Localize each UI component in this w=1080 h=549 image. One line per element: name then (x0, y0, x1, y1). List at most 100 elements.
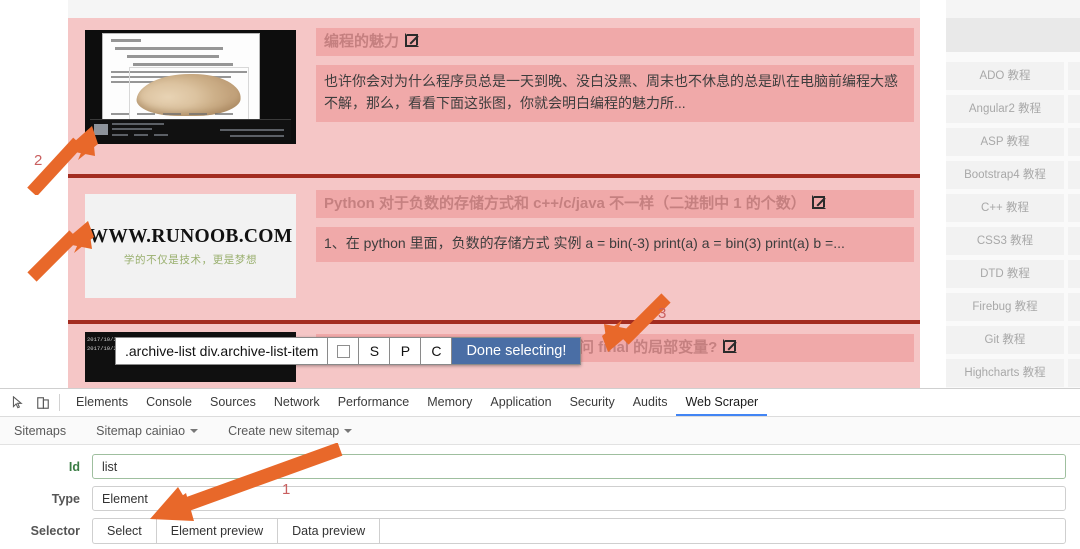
tab-network[interactable]: Network (265, 389, 329, 416)
annotation-number-1: 1 (282, 481, 291, 498)
annotation-number-3: 3 (658, 305, 667, 322)
tutorial-link[interactable]: C (1068, 194, 1080, 222)
label-type: Type (51, 491, 80, 506)
list-item-thumbnail[interactable]: WWW.RUNOOB.COM 学的不仅是技术，更是梦想 (85, 194, 296, 298)
screenshot-root: 编程的魅力 也许你会对为什么程序员总是一天到晚、没白没黑、周末也不休息的总是趴在… (0, 0, 1080, 549)
tutorial-link[interactable]: A (1068, 95, 1080, 123)
list-item[interactable]: WWW.RUNOOB.COM 学的不仅是技术，更是梦想 Python 对于负数的… (68, 178, 920, 324)
tutorial-link[interactable]: J (1068, 128, 1080, 156)
selector-path-text: .archive-list div.archive-list-item (116, 338, 328, 364)
tutorial-row: DTD 教程 (946, 260, 1080, 288)
thumbnail-document (102, 33, 260, 122)
selector-multiple-checkbox[interactable] (327, 338, 359, 364)
tutorial-link[interactable]: Highcharts 教程 (946, 359, 1064, 387)
tab-sources[interactable]: Sources (201, 389, 265, 416)
tutorial-row: ASP 教程 J (946, 128, 1080, 156)
tutorial-row: Angular2 教程 A (946, 95, 1080, 123)
list-item-description-box: 1、在 python 里面，负数的存储方式 实例 a = bin(-3) pri… (316, 227, 914, 262)
selector-button-group: Select Element preview Data preview (92, 518, 1066, 544)
toolbar-divider (59, 394, 60, 411)
runoob-logo-text: WWW.RUNOOB.COM (88, 225, 293, 247)
selector-button-c[interactable]: C (420, 338, 452, 364)
thumbnail-footer-bar (90, 119, 291, 140)
tutorial-link[interactable]: Bootstrap4 教程 (946, 161, 1064, 189)
subbar-item-sitemap-cainiao[interactable]: Sitemap cainiao (96, 424, 199, 438)
web-page-area: 编程的魅力 也许你会对为什么程序员总是一天到晚、没白没黑、周末也不休息的总是趴在… (0, 0, 1080, 388)
tutorial-grid: ADO 教程 Angular2 教程 A ASP 教程 J Bootstrap4… (946, 62, 1080, 388)
type-select[interactable]: Element (92, 486, 1066, 511)
tutorial-row: C++ 教程 C (946, 194, 1080, 222)
devtools-tabbar: Elements Console Sources Network Perform… (0, 389, 1080, 417)
tutorial-link[interactable] (1068, 161, 1080, 189)
id-input[interactable]: list (92, 454, 1066, 479)
tutorial-link[interactable] (1068, 227, 1080, 255)
tab-elements[interactable]: Elements (67, 389, 137, 416)
tutorial-link[interactable]: ASP 教程 (946, 128, 1064, 156)
form-row-type: Type Element (0, 486, 1080, 511)
tutorial-link[interactable]: Git 教程 (946, 326, 1064, 354)
tutorial-link[interactable] (1068, 62, 1080, 90)
tab-memory[interactable]: Memory (418, 389, 481, 416)
sidebar-header-block (946, 18, 1080, 52)
external-link-icon (723, 339, 738, 353)
tutorial-link[interactable]: DTD 教程 (946, 260, 1064, 288)
list-item-body: Python 对于负数的存储方式和 c++/c/java 不一样（二进制中 1 … (316, 188, 920, 262)
tab-application[interactable]: Application (481, 389, 560, 416)
list-item-title-link[interactable]: Python 对于负数的存储方式和 c++/c/java 不一样（二进制中 1 … (316, 190, 914, 219)
subbar-label: Create new sitemap (228, 423, 340, 438)
selector-edit-form: Id list Type Element Selector Select Ele… (0, 445, 1080, 544)
tab-performance[interactable]: Performance (329, 389, 419, 416)
select-button[interactable]: Select (92, 518, 156, 544)
tutorial-row: Highcharts 教程 H (946, 359, 1080, 387)
element-preview-button[interactable]: Element preview (155, 518, 278, 544)
subbar-item-sitemaps[interactable]: Sitemaps (14, 424, 66, 438)
tab-security[interactable]: Security (561, 389, 624, 416)
tutorial-link[interactable]: ADO 教程 (946, 62, 1064, 90)
label-selector: Selector (30, 524, 80, 538)
tutorial-link[interactable]: Fo (1068, 293, 1080, 321)
inspect-cursor-icon[interactable] (4, 390, 30, 416)
subbar-label: Sitemaps (14, 423, 67, 438)
annotation-number-2: 2 (34, 152, 43, 169)
runoob-logo-tagline: 学的不仅是技术，更是梦想 (123, 253, 258, 266)
device-toolbar-icon[interactable] (30, 390, 56, 416)
tutorial-link[interactable] (1068, 326, 1080, 354)
tutorial-link[interactable]: CSS3 教程 (946, 227, 1064, 255)
tutorial-sidebar: ADO 教程 Angular2 教程 A ASP 教程 J Bootstrap4… (946, 18, 1080, 388)
list-item-title-link[interactable]: 编程的魅力 (316, 28, 914, 57)
video-screenshot-thumbnail (85, 30, 296, 144)
thumbnail-favicon (94, 124, 108, 135)
tutorial-link[interactable]: Angular2 教程 (946, 95, 1064, 123)
list-item[interactable]: 编程的魅力 也许你会对为什么程序员总是一天到晚、没白没黑、周末也不休息的总是趴在… (68, 18, 920, 178)
tutorial-link[interactable]: H (1068, 359, 1080, 387)
list-item-thumbnail[interactable] (85, 30, 296, 144)
devtools-panel: Elements Console Sources Network Perform… (0, 388, 1080, 549)
data-preview-button[interactable]: Data preview (277, 518, 380, 544)
tutorial-link[interactable]: C++ 教程 (946, 194, 1064, 222)
tutorial-row: Firebug 教程 Fo (946, 293, 1080, 321)
list-item-title: Python 对于负数的存储方式和 c++/c/java 不一样（二进制中 1 … (324, 195, 806, 212)
list-item-title: 编程的魅力 (324, 33, 400, 50)
tutorial-row: Bootstrap4 教程 (946, 161, 1080, 189)
tab-web-scraper[interactable]: Web Scraper (676, 389, 767, 416)
tab-audits[interactable]: Audits (624, 389, 677, 416)
selector-value-field[interactable] (379, 518, 1066, 544)
done-selecting-button[interactable]: Done selecting! (451, 338, 581, 364)
chevron-down-icon (344, 428, 353, 433)
selector-button-p[interactable]: P (389, 338, 421, 364)
archive-list-highlight[interactable]: 编程的魅力 也许你会对为什么程序员总是一天到晚、没白没黑、周末也不休息的总是趴在… (68, 18, 920, 388)
tutorial-row: CSS3 教程 (946, 227, 1080, 255)
subbar-item-create-new-sitemap[interactable]: Create new sitemap (228, 423, 353, 438)
tutorial-link[interactable]: Firebug 教程 (946, 293, 1064, 321)
web-scraper-selector-toolbar[interactable]: .archive-list div.archive-list-item S P … (115, 337, 582, 365)
chevron-down-icon (190, 428, 199, 433)
selector-button-s[interactable]: S (358, 338, 390, 364)
form-row-id: Id list (0, 454, 1080, 479)
runoob-logo-thumbnail: WWW.RUNOOB.COM 学的不仅是技术，更是梦想 (85, 194, 296, 298)
list-item-description-box: 也许你会对为什么程序员总是一天到晚、没白没黑、周末也不休息的总是趴在电脑前编程大… (316, 65, 914, 122)
external-link-icon (811, 195, 826, 209)
tab-console[interactable]: Console (137, 389, 201, 416)
page-mid-gutter (920, 0, 946, 388)
list-item-description: 也许你会对为什么程序员总是一天到晚、没白没黑、周末也不休息的总是趴在电脑前编程大… (324, 73, 898, 111)
tutorial-link[interactable] (1068, 260, 1080, 288)
